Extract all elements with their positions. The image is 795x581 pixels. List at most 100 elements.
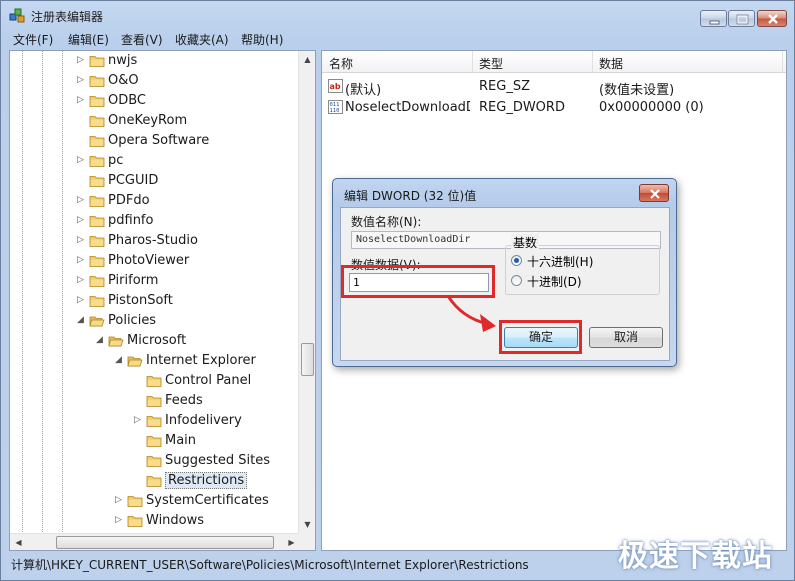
tree-item[interactable]: ◢ Microsoft	[10, 331, 300, 351]
folder-open-icon	[108, 336, 124, 347]
collapsed-arrow-icon[interactable]: ▷	[134, 415, 144, 425]
collapsed-arrow-icon[interactable]: ▷	[77, 195, 87, 205]
tree-horizontal-scroll-thumb[interactable]	[56, 536, 274, 549]
maximize-button[interactable]	[728, 10, 755, 27]
tree-item[interactable]: Main	[10, 431, 300, 451]
column-separator[interactable]	[472, 51, 473, 73]
tree-item[interactable]: ▷ O&O	[10, 71, 300, 91]
radio-hex[interactable]: 十六进制(H)	[511, 253, 651, 269]
tree-item[interactable]: Suggested Sites	[10, 451, 300, 471]
tree-item-label: Pharos-Studio	[108, 233, 198, 248]
dialog-close-button[interactable]	[639, 184, 669, 202]
cancel-button[interactable]: 取消	[589, 327, 663, 348]
expanded-arrow-icon[interactable]: ◢	[77, 315, 87, 325]
radio-decimal-label: 十进制(D)	[527, 275, 582, 289]
tree-vertical-scrollbar[interactable]: ▲ ▼	[298, 51, 315, 533]
collapsed-arrow-icon[interactable]: ▷	[77, 235, 87, 245]
scroll-down-icon[interactable]: ▼	[299, 516, 315, 533]
key-tree-pane[interactable]: ▷ nwjs ▷ O&O ▷ ODBC OneKeyRom Opera Software ▷ pc…	[9, 50, 316, 551]
value-name: (默认)	[345, 83, 382, 98]
scroll-up-icon[interactable]: ▲	[299, 51, 315, 68]
close-button[interactable]	[757, 10, 787, 27]
value-name: NoselectDownloadDir	[345, 100, 470, 115]
collapsed-arrow-icon[interactable]: ▷	[77, 55, 87, 65]
tree-item-label: Policies	[108, 313, 157, 328]
tree-item-label: nwjs	[108, 53, 138, 68]
menu-bar: 文件(F) 编辑(E) 查看(V) 收藏夹(A) 帮助(H)	[5, 30, 791, 48]
list-header: 名称 类型 数据	[322, 51, 786, 73]
column-separator[interactable]	[592, 51, 593, 73]
highlight-box-ok	[499, 320, 582, 354]
folder-icon	[89, 196, 105, 207]
scrollbar-corner	[298, 533, 315, 550]
column-separator[interactable]	[782, 51, 783, 73]
tree-item[interactable]: ▷ nwjs	[10, 51, 300, 71]
tree-item-label: Control Panel	[165, 373, 252, 388]
tree-item[interactable]: ▷ Windows	[10, 511, 300, 531]
collapsed-arrow-icon[interactable]: ▷	[77, 95, 87, 105]
tree-item[interactable]: Feeds	[10, 391, 300, 411]
folder-icon	[89, 76, 105, 87]
radio-decimal[interactable]: 十进制(D)	[511, 273, 651, 289]
tree-item-label: PistonSoft	[108, 293, 173, 308]
collapsed-arrow-icon[interactable]: ▷	[115, 495, 125, 505]
tree-item[interactable]: ▷ Piriform	[10, 271, 300, 291]
column-data[interactable]: 数据	[599, 55, 623, 72]
collapsed-arrow-icon[interactable]: ▷	[77, 155, 87, 165]
folder-icon	[89, 176, 105, 187]
folder-open-icon	[127, 356, 143, 367]
value-data: 0x00000000 (0)	[599, 100, 704, 115]
folder-icon	[146, 456, 162, 467]
value-type: REG_SZ	[479, 79, 530, 94]
expanded-arrow-icon[interactable]: ◢	[115, 355, 125, 365]
list-row[interactable]: ab (默认) REG_SZ (数值未设置)	[322, 76, 786, 98]
collapsed-arrow-icon[interactable]: ▷	[77, 295, 87, 305]
collapsed-arrow-icon[interactable]: ▷	[115, 515, 125, 525]
folder-icon	[89, 96, 105, 107]
tree-item-label: pdfinfo	[108, 213, 154, 228]
tree-item[interactable]: ◢ Policies	[10, 311, 300, 331]
radio-checked-icon[interactable]	[511, 255, 522, 266]
tree-item[interactable]: ▷ ODBC	[10, 91, 300, 111]
tree-item-label: O&O	[108, 73, 139, 88]
menu-help[interactable]: 帮助(H)	[241, 31, 283, 48]
radio-unchecked-icon[interactable]	[511, 275, 522, 286]
tree-item[interactable]: ▷ PistonSoft	[10, 291, 300, 311]
collapsed-arrow-icon[interactable]: ▷	[77, 215, 87, 225]
menu-file[interactable]: 文件(F)	[13, 31, 53, 48]
tree-item[interactable]: ▷ SystemCertificates	[10, 491, 300, 511]
collapsed-arrow-icon[interactable]: ▷	[77, 275, 87, 285]
tree-vertical-scroll-thumb[interactable]	[301, 343, 314, 376]
tree-item[interactable]: ▷ pdfinfo	[10, 211, 300, 231]
expanded-arrow-icon[interactable]: ◢	[96, 335, 106, 345]
folder-icon	[146, 436, 162, 447]
menu-view[interactable]: 查看(V)	[121, 31, 163, 48]
tree-item[interactable]: ▷ pc	[10, 151, 300, 171]
tree-item[interactable]: Opera Software	[10, 131, 300, 151]
string-value-icon: ab	[328, 79, 343, 93]
tree-item-label: PhotoViewer	[108, 253, 190, 268]
list-row[interactable]: 011 110 NoselectDownloadDir REG_DWORD 0x…	[322, 97, 786, 117]
tree-item[interactable]: ▷ PhotoViewer	[10, 251, 300, 271]
folder-icon	[89, 296, 105, 307]
menu-edit[interactable]: 编辑(E)	[68, 31, 109, 48]
tree-item[interactable]: Restrictions	[10, 471, 300, 491]
minimize-button[interactable]	[700, 10, 727, 27]
tree-item[interactable]: ▷ PDFdo	[10, 191, 300, 211]
collapsed-arrow-icon[interactable]: ▷	[77, 75, 87, 85]
tree-horizontal-scrollbar[interactable]: ◀ ▶	[10, 533, 300, 550]
folder-open-icon	[89, 316, 105, 327]
tree-item[interactable]: ▷ Infodelivery	[10, 411, 300, 431]
collapsed-arrow-icon[interactable]: ▷	[77, 255, 87, 265]
column-name[interactable]: 名称	[329, 55, 353, 72]
tree-item[interactable]: PCGUID	[10, 171, 300, 191]
tree-item[interactable]: ▷ Pharos-Studio	[10, 231, 300, 251]
title-bar[interactable]: 注册表编辑器	[1, 1, 794, 29]
tree-item[interactable]: ◢ Internet Explorer	[10, 351, 300, 371]
scroll-left-icon[interactable]: ◀	[10, 534, 27, 550]
tree-item-label: Windows	[146, 513, 205, 528]
menu-favorites[interactable]: 收藏夹(A)	[175, 31, 229, 48]
tree-item[interactable]: OneKeyRom	[10, 111, 300, 131]
column-type[interactable]: 类型	[479, 55, 503, 72]
tree-item[interactable]: Control Panel	[10, 371, 300, 391]
